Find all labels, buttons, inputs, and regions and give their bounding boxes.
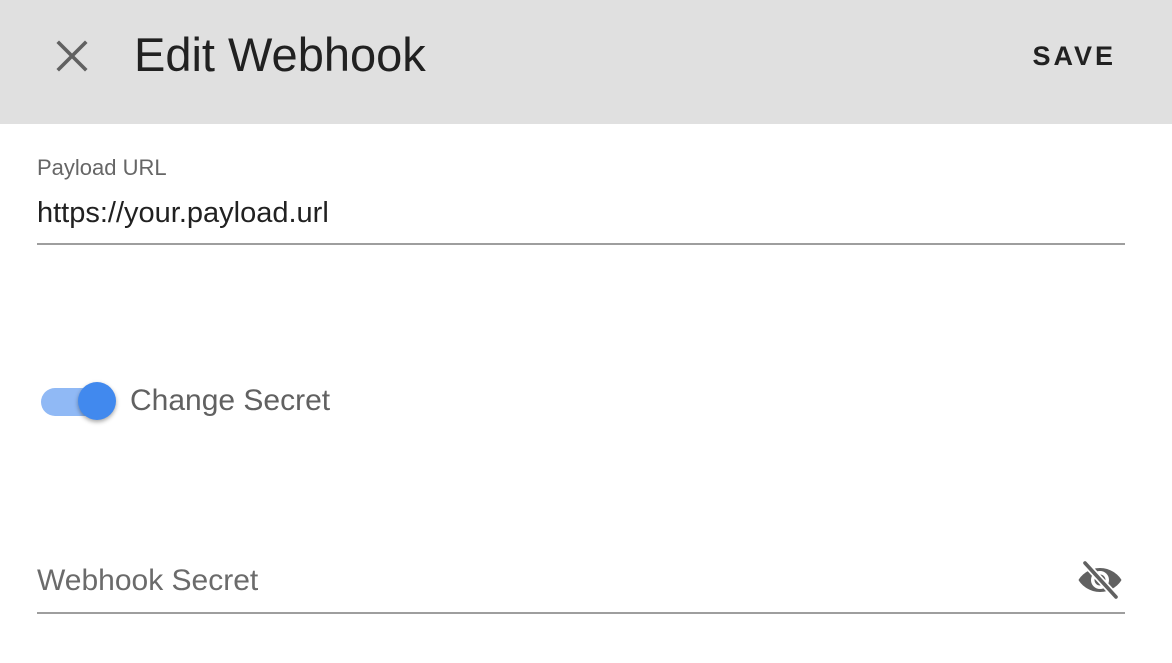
payload-url-underline bbox=[37, 243, 1125, 245]
payload-url-label: Payload URL bbox=[37, 155, 167, 180]
visibility-off-icon bbox=[1078, 560, 1122, 600]
page-title: Edit Webhook bbox=[134, 28, 426, 81]
change-secret-label: Change Secret bbox=[130, 384, 331, 417]
webhook-secret-field bbox=[37, 555, 1125, 614]
change-secret-toggle[interactable] bbox=[40, 374, 118, 428]
close-button[interactable] bbox=[48, 32, 96, 80]
webhook-secret-underline bbox=[37, 612, 1125, 614]
change-secret-row[interactable]: Change Secret bbox=[40, 374, 330, 428]
webhook-secret-input[interactable] bbox=[37, 559, 1057, 603]
toggle-visibility-button[interactable] bbox=[1075, 555, 1125, 605]
close-icon bbox=[56, 40, 88, 72]
edit-webhook-dialog: Edit Webhook SAVE Payload URL Change Sec… bbox=[0, 0, 1172, 663]
payload-url-field: Payload URL bbox=[37, 155, 1125, 245]
save-button[interactable]: SAVE bbox=[1016, 36, 1132, 76]
toggle-thumb[interactable] bbox=[78, 382, 116, 420]
payload-url-input[interactable] bbox=[37, 193, 1077, 233]
dialog-header: Edit Webhook SAVE bbox=[0, 0, 1172, 124]
